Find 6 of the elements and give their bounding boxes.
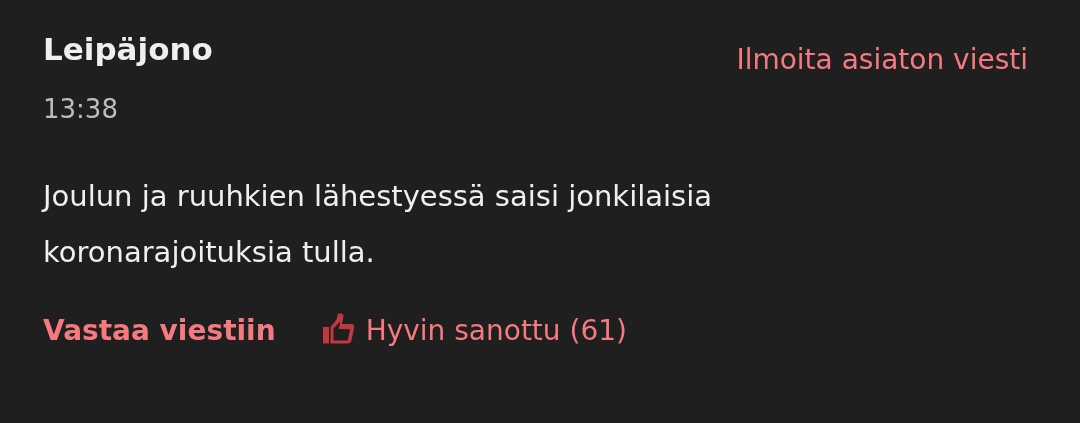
timestamp: 13:38: [43, 93, 119, 126]
author-name: Leipäjono: [43, 30, 213, 69]
reply-link[interactable]: Vastaa viestiin: [43, 313, 276, 347]
like-button[interactable]: Hyvin sanottu (61): [319, 312, 627, 348]
report-link[interactable]: Ilmoita asiaton viesti: [736, 40, 1028, 80]
comment-text: Joulun ja ruuhkien lähestyessä saisi jonkilaisia koronarajoituksia tulla.: [43, 178, 714, 271]
